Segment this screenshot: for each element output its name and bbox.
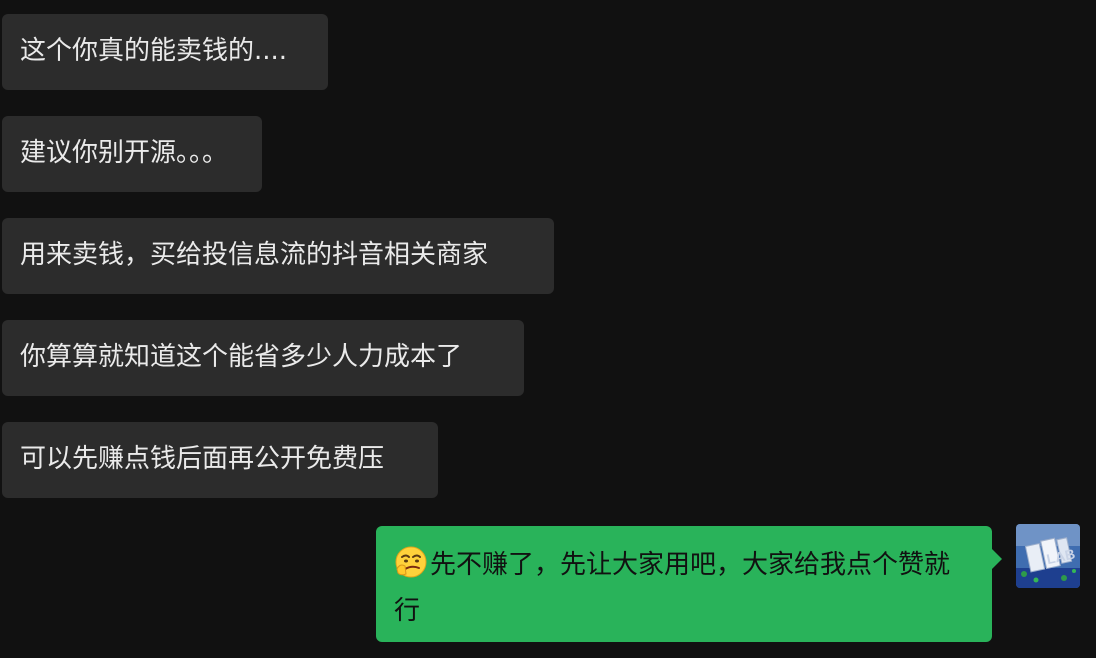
incoming-message-bubble[interactable]: 建议你别开源。。。 [2, 116, 262, 192]
user-avatar[interactable]: LAB [1016, 524, 1080, 588]
message-text: 这个你真的能卖钱的.... [20, 36, 288, 66]
smirk-face-emoji-icon [395, 546, 427, 578]
bubble-tail [992, 549, 1002, 569]
incoming-message-bubble[interactable]: 你算算就知道这个能省多少人力成本了 [2, 320, 524, 396]
incoming-message-bubble[interactable]: 用来卖钱，买给投信息流的抖音相关商家 [2, 218, 554, 294]
message-text: 先不赚了，先让大家用吧，大家给我点个赞就行 [394, 550, 951, 626]
message-text: 你算算就知道这个能省多少人力成本了 [20, 342, 463, 372]
avatar-image: LAB [1016, 524, 1080, 588]
message-text: 用来卖钱，买给投信息流的抖音相关商家 [20, 240, 489, 270]
incoming-message-bubble[interactable]: 这个你真的能卖钱的.... [2, 14, 328, 90]
incoming-message-bubble[interactable]: 可以先赚点钱后面再公开免费压 [2, 422, 438, 498]
chat-window: 这个你真的能卖钱的.... 建议你别开源。。。 用来卖钱，买给投信息流的抖音相关… [0, 0, 1096, 658]
message-text: 建议你别开源。。。 [20, 138, 229, 168]
outgoing-message-bubble[interactable]: 先不赚了，先让大家用吧，大家给我点个赞就行 [376, 526, 1002, 642]
message-text: 可以先赚点钱后面再公开免费压 [20, 444, 385, 474]
